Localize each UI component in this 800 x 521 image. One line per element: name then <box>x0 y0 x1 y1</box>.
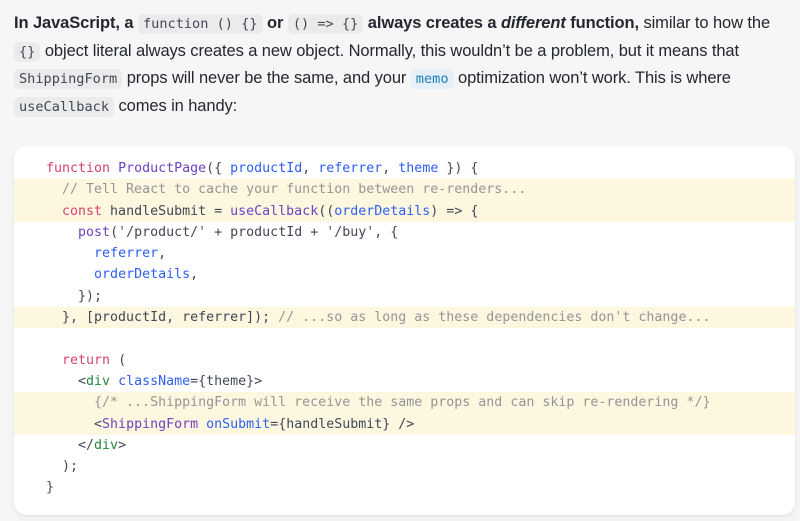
code-token: > <box>118 437 127 453</box>
code-line: } <box>14 477 795 498</box>
code-token: return <box>62 352 111 368</box>
code-token: // ...so as long as these dependencies d… <box>278 310 711 326</box>
code-token: , <box>158 246 167 262</box>
code-token: '/buy' <box>326 224 375 240</box>
code-line-highlighted: const handleSubmit = useCallback((orderD… <box>14 200 795 222</box>
code-token: className <box>118 373 191 389</box>
code-line: referrer, <box>14 243 795 264</box>
code-token: }); <box>46 288 103 304</box>
prose-text: comes in handy: <box>114 96 238 115</box>
code-line-highlighted: // Tell React to cache your function bet… <box>14 179 795 201</box>
code-token: ( <box>110 224 119 240</box>
prose-text: similar to how the <box>638 14 771 32</box>
code-token: {/* ...ShippingForm will receive the sam… <box>46 395 711 411</box>
inline-code-link-memo[interactable]: memo <box>410 69 454 89</box>
code-content: function ProductPage({ productId, referr… <box>14 158 795 499</box>
inline-code: function () {} <box>137 14 263 34</box>
code-token: ) => { <box>430 203 479 219</box>
code-token: post <box>78 224 111 240</box>
code-block: function ProductPage({ productId, referr… <box>14 146 795 515</box>
code-token: }, [productId, referrer]); <box>46 310 279 326</box>
code-token: ); <box>46 459 79 475</box>
code-token: div <box>94 437 119 453</box>
code-token: referrer <box>318 161 383 176</box>
code-line-highlighted: <ShippingForm onSubmit={handleSubmit} /> <box>14 413 795 435</box>
code-token: function <box>46 161 119 176</box>
documentation-page: In JavaScript, a function () {} or () =>… <box>0 0 800 521</box>
code-token: const <box>62 203 103 219</box>
code-token: productId <box>230 161 303 176</box>
prose-bold-text: always creates a <box>363 14 501 32</box>
code-token: ({ <box>206 161 231 176</box>
code-token: }) { <box>438 161 479 176</box>
code-line-highlighted: }, [productId, referrer]); // ...so as l… <box>14 307 795 329</box>
code-token: , <box>190 267 199 283</box>
code-line: return ( <box>14 350 795 371</box>
prose-bold-text: or <box>262 14 288 32</box>
code-token: < <box>46 373 87 389</box>
inline-code: useCallback <box>14 96 115 117</box>
prose-text: optimization won’t work. This is where <box>453 69 731 87</box>
prose-emphasis-text: different <box>500 14 566 32</box>
code-token: onSubmit <box>206 416 271 432</box>
inline-code: () => {} <box>287 14 364 34</box>
code-token: orderDetails <box>94 267 191 283</box>
prose-text: props will never be the same, and your <box>122 69 411 87</box>
code-token: , <box>382 161 399 176</box>
code-token: ={handleSubmit} /> <box>270 416 415 432</box>
prose-section: In JavaScript, a function () {} or () =>… <box>0 0 800 120</box>
code-token: referrer <box>94 246 159 262</box>
code-token: orderDetails <box>334 203 431 219</box>
code-token: } <box>46 480 55 496</box>
code-line: }); <box>14 286 795 307</box>
prose-text: object literal always creates a new obje… <box>40 41 739 60</box>
code-token: (( <box>318 203 335 219</box>
code-token: < <box>46 416 103 432</box>
code-line: <div className={theme}> <box>14 371 795 392</box>
code-token: handleSubmit = <box>102 203 231 219</box>
code-line: function ProductPage({ productId, referr… <box>14 158 795 179</box>
code-line: orderDetails, <box>14 264 795 285</box>
prose-bold-text: In JavaScript, a <box>14 14 138 32</box>
code-token: ShippingForm <box>102 416 199 432</box>
code-token: ( <box>110 352 127 368</box>
code-token: , { <box>374 224 399 240</box>
code-token: ={theme}> <box>190 373 263 389</box>
code-token: useCallback <box>230 203 319 219</box>
inline-code: ShippingForm <box>14 69 123 89</box>
code-token: + productId + <box>206 224 327 240</box>
intro-paragraph: In JavaScript, a function () {} or () =>… <box>14 10 786 120</box>
code-token: ProductPage <box>118 161 207 176</box>
code-token: , <box>302 161 319 176</box>
code-line-highlighted: {/* ...ShippingForm will receive the sam… <box>14 392 795 414</box>
code-token: // Tell React to cache your function bet… <box>46 182 527 198</box>
prose-bold-text: function, <box>565 14 639 32</box>
code-token: theme <box>398 161 439 176</box>
code-token: </ <box>46 437 95 453</box>
code-token: '/product/' <box>118 224 207 240</box>
code-line: post('/product/' + productId + '/buy', { <box>14 222 795 243</box>
code-line: ); <box>14 456 795 477</box>
code-line: </div> <box>14 435 795 456</box>
code-token: div <box>86 373 111 389</box>
inline-code: {} <box>14 41 41 62</box>
